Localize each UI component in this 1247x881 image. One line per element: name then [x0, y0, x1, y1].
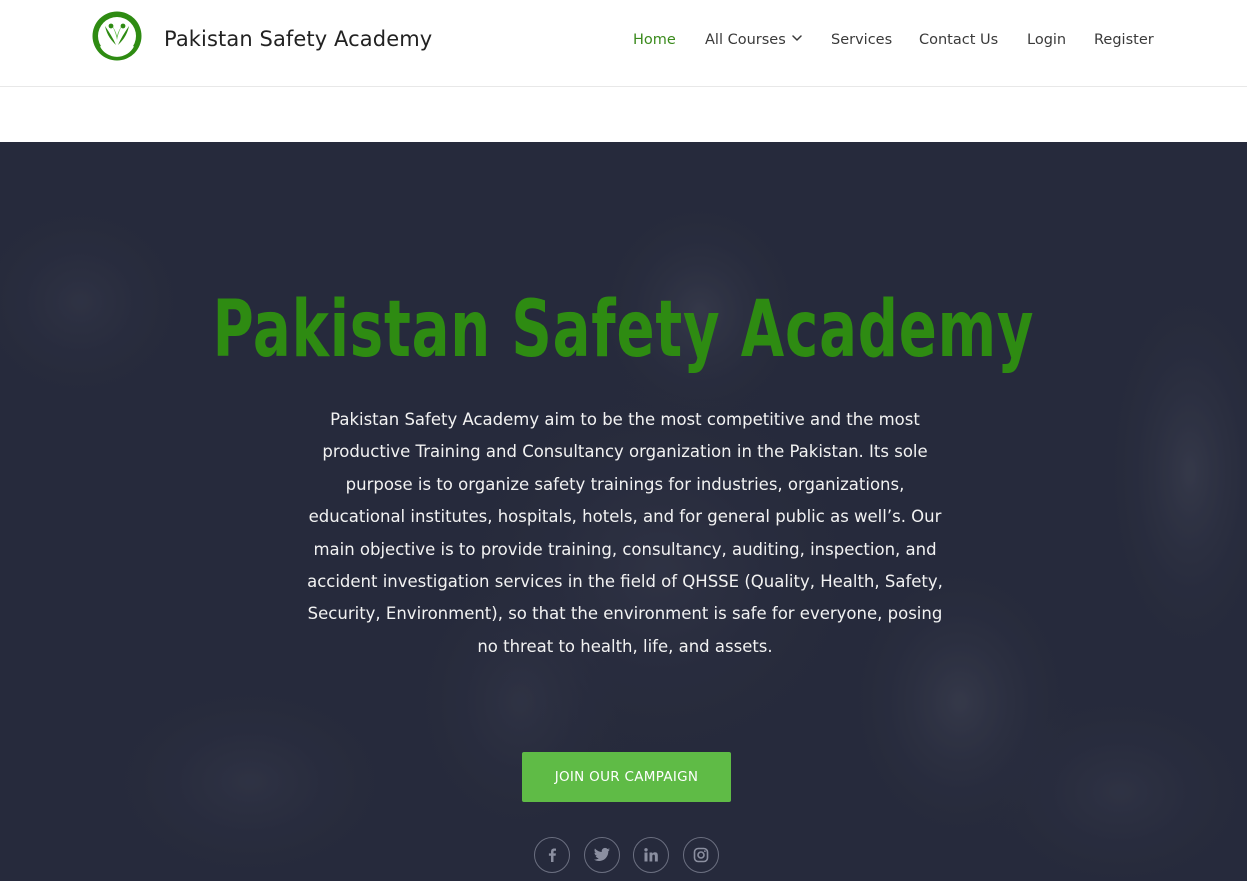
nav-item-login[interactable]: Login [1027, 31, 1066, 49]
nav-item-services[interactable]: Services [831, 31, 892, 49]
chevron-down-icon [792, 29, 802, 47]
twitter-icon[interactable] [584, 837, 620, 873]
social-links [0, 837, 1247, 875]
nav-item-register[interactable]: Register [1094, 31, 1154, 49]
hero-title: Pakistan Safety Academy [212, 285, 1035, 375]
linkedin-icon[interactable] [633, 837, 669, 873]
instagram-icon[interactable] [683, 837, 719, 873]
hero-section: Pakistan Safety Academy Pakistan Safety … [0, 142, 1247, 881]
facebook-icon[interactable] [534, 837, 570, 873]
main-nav: Home All Courses Services Contact Us Log… [0, 31, 1247, 51]
site-header: Pakistan Safety Academy Home All Courses… [0, 0, 1247, 87]
nav-item-contact-us[interactable]: Contact Us [919, 31, 998, 49]
nav-item-home[interactable]: Home [633, 31, 676, 49]
nav-item-all-courses[interactable]: All Courses [705, 31, 802, 49]
nav-item-all-courses-label: All Courses [705, 32, 786, 48]
join-campaign-button[interactable]: JOIN OUR CAMPAIGN [522, 752, 731, 802]
hero-description: Pakistan Safety Academy aim to be the mo… [307, 410, 943, 656]
